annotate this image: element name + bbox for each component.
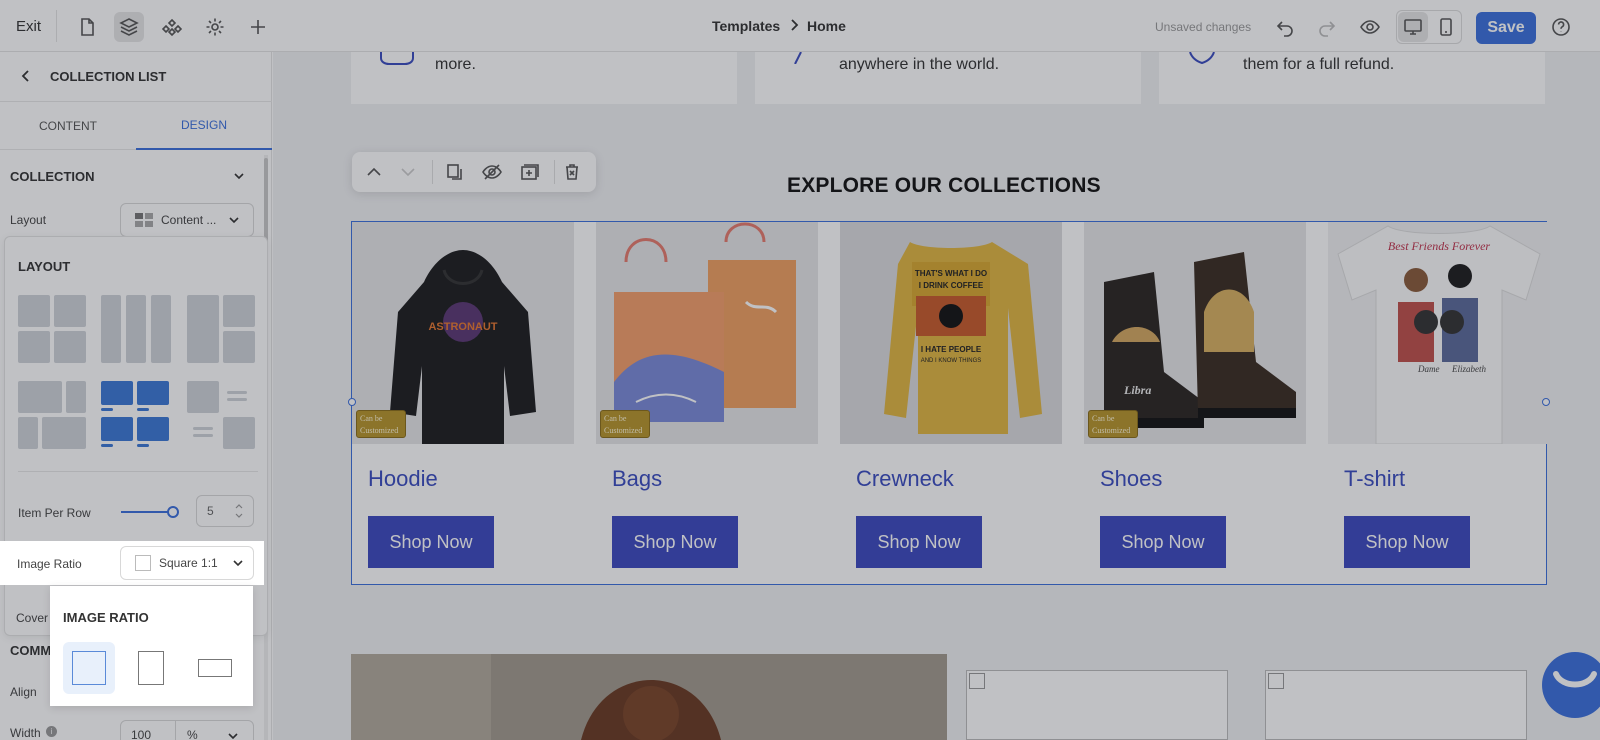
image-ratio-select[interactable]: Square 1:1	[120, 546, 254, 580]
image-ratio-value: Square 1:1	[159, 556, 218, 570]
image-ratio-popover-title: IMAGE RATIO	[63, 610, 149, 625]
ratio-option-square[interactable]	[63, 642, 115, 694]
landscape-ratio-icon	[198, 659, 232, 677]
portrait-ratio-icon	[138, 651, 164, 685]
image-ratio-popover: IMAGE RATIO	[50, 586, 253, 706]
ratio-option-landscape[interactable]	[187, 642, 243, 694]
ratio-option-portrait[interactable]	[125, 642, 177, 694]
image-ratio-label: Image Ratio	[17, 557, 82, 571]
image-ratio-row: Image Ratio Square 1:1	[0, 541, 264, 585]
square-ratio-icon	[135, 555, 151, 571]
square-ratio-icon	[72, 651, 106, 685]
chevron-down-icon	[233, 560, 243, 567]
